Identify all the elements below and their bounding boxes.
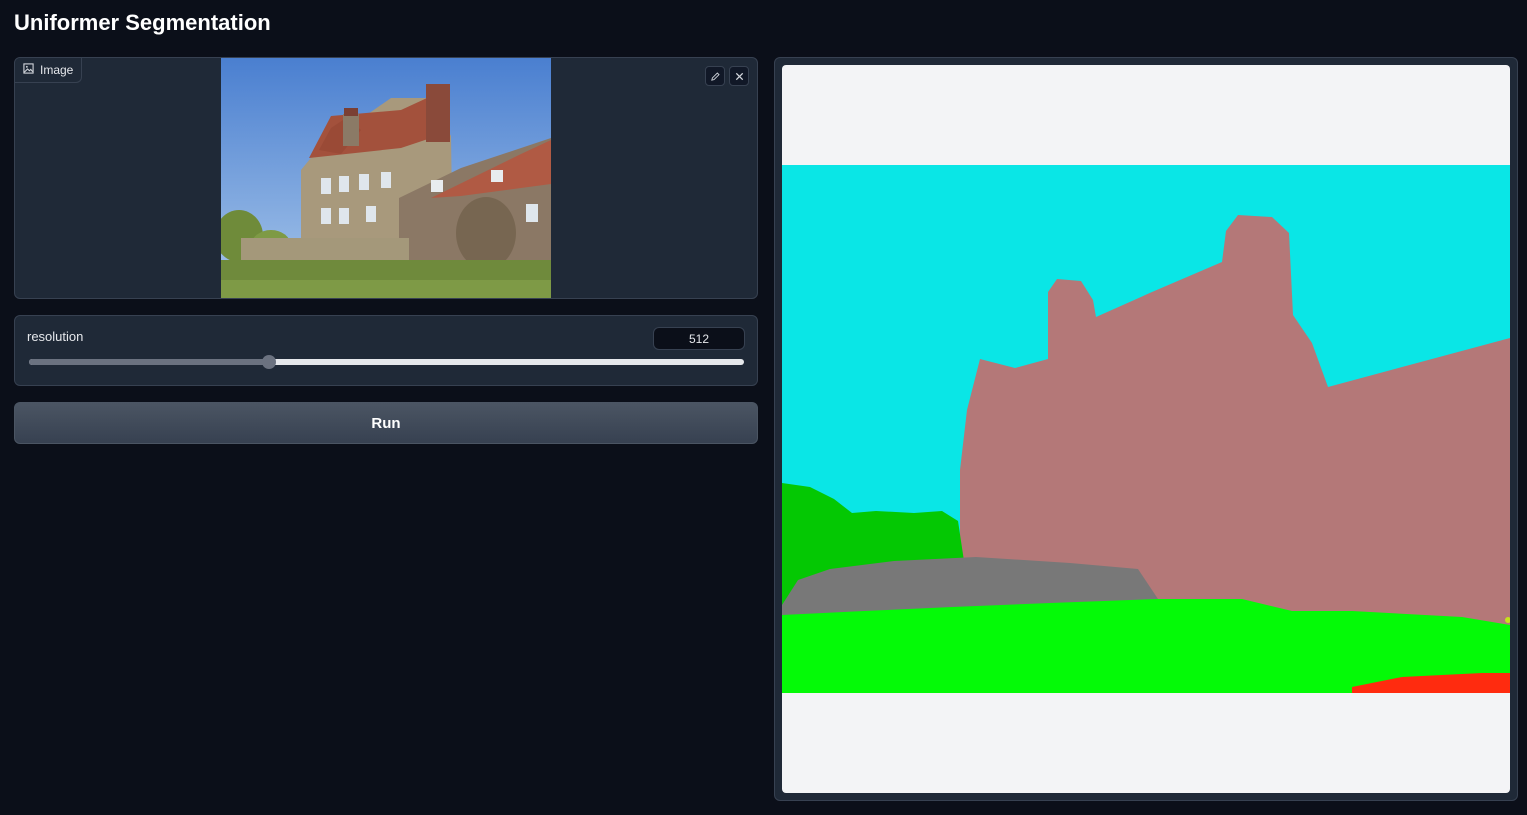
run-button[interactable]: Run — [14, 402, 758, 444]
input-image[interactable] — [221, 58, 551, 298]
output-panel — [774, 57, 1518, 801]
segmentation-output-image — [782, 165, 1510, 693]
image-icon — [23, 63, 34, 77]
slider-thumb[interactable] — [262, 355, 277, 369]
image-input-label: Image — [15, 58, 83, 83]
image-input-panel: Image — [14, 57, 758, 299]
image-label-text: Image — [40, 63, 74, 77]
close-icon — [734, 71, 745, 82]
resolution-label: resolution — [27, 329, 84, 344]
page-title: Uniformer Segmentation — [14, 10, 271, 35]
output-image-container — [782, 65, 1510, 793]
edit-button[interactable] — [705, 66, 725, 86]
resolution-panel: resolution — [14, 315, 758, 386]
slider-fill — [29, 359, 270, 365]
pencil-icon — [710, 71, 721, 82]
clear-image-button[interactable] — [729, 66, 749, 86]
resolution-number-input[interactable] — [653, 327, 745, 350]
resolution-slider[interactable] — [29, 355, 744, 369]
